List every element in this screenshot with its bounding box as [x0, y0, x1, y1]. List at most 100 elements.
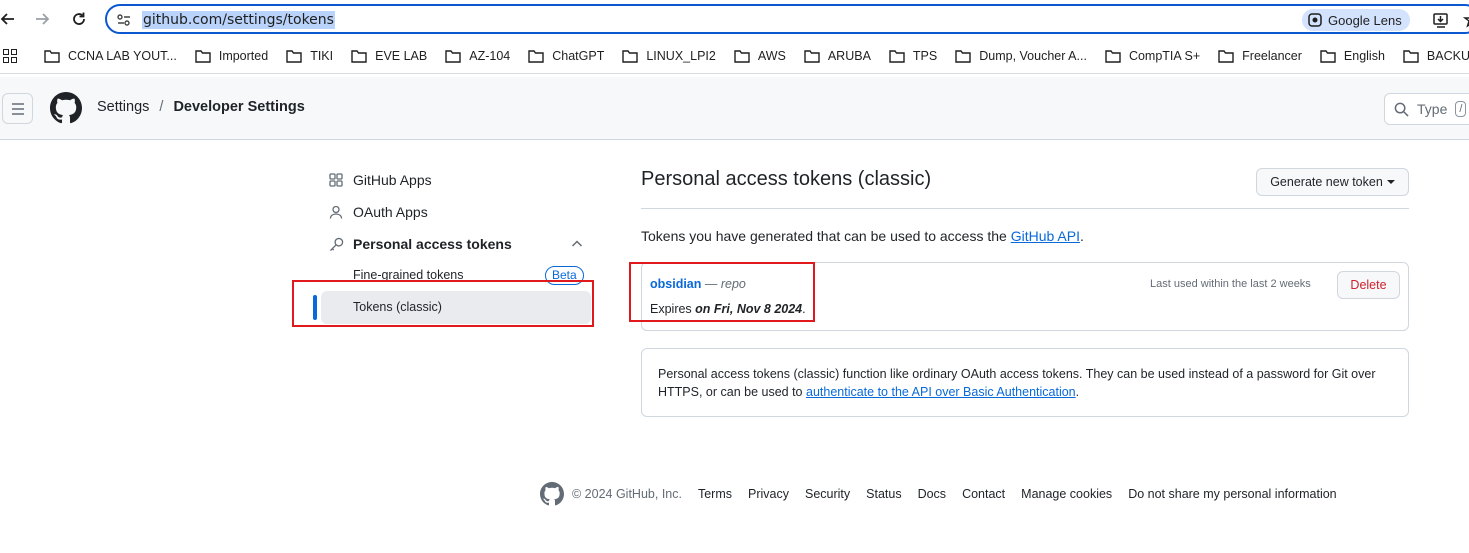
caret-down-icon — [1386, 180, 1395, 184]
intro-text-body: Tokens you have generated that can be us… — [641, 228, 1011, 244]
bookmark-label: ARUBA — [827, 48, 871, 63]
bookmark-item[interactable]: AWS — [734, 49, 786, 63]
bookmark-item[interactable]: TPS — [889, 49, 937, 63]
info-text-end: . — [1075, 385, 1080, 399]
sidebar-item-github-apps[interactable]: GitHub Apps — [328, 166, 432, 194]
bookmark-label: EVE LAB — [375, 48, 428, 63]
sidebar-item-personal-access-tokens[interactable]: Personal access tokens — [328, 230, 512, 258]
bookmark-label: Dump, Voucher A... — [979, 48, 1087, 63]
bookmark-label: Freelancer — [1242, 48, 1302, 63]
folder-icon — [528, 49, 544, 63]
chevron-up-icon[interactable] — [570, 237, 584, 251]
bookmark-item[interactable]: TIKI — [286, 49, 333, 63]
bookmarks-bar: CCNA LAB YOUT... Imported TIKI EVE LAB AZ-10… — [0, 38, 1469, 74]
bookmark-item[interactable]: LINUX_LPI2 — [622, 48, 716, 63]
bookmark-item[interactable]: Freelancer — [1218, 49, 1302, 63]
bookmark-label: English — [1343, 48, 1385, 63]
hamburger-menu-button[interactable] — [2, 93, 33, 124]
bookmark-item[interactable]: Dump, Voucher A... — [955, 49, 1087, 63]
sidebar-item-label: Personal access tokens — [353, 236, 512, 252]
folder-icon — [1218, 49, 1234, 63]
folder-icon — [1403, 49, 1419, 63]
bookmark-label: AZ-104 — [469, 48, 511, 63]
footer-link[interactable]: Terms — [698, 487, 732, 501]
footer-copyright: © 2024 GitHub, Inc. — [572, 487, 682, 501]
bookmark-label: Imported — [218, 48, 269, 63]
url-text[interactable]: github.com/settings/tokens — [142, 11, 335, 29]
search-shortcut-key: / — [1455, 101, 1467, 117]
footer-link[interactable]: Do not share my personal information — [1128, 487, 1336, 501]
breadcrumb-separator: / — [159, 99, 164, 115]
forward-icon[interactable] — [30, 7, 54, 31]
sidebar-item-label: GitHub Apps — [353, 172, 432, 188]
folder-icon — [734, 49, 750, 63]
footer: © 2024 GitHub, Inc. Terms Privacy Security… — [540, 482, 1337, 506]
footer-link[interactable]: Manage cookies — [1021, 487, 1112, 501]
bookmark-label: CompTIA S+ — [1128, 48, 1201, 63]
bookmark-label: AWS — [757, 48, 786, 63]
bookmark-label: LINUX_LPI2 — [646, 48, 716, 63]
bookmark-item[interactable]: CompTIA S+ — [1105, 49, 1200, 63]
reload-icon[interactable] — [67, 7, 91, 31]
footer-links: Terms Privacy Security Status Docs Contact Man… — [682, 487, 1337, 501]
folder-icon — [195, 49, 211, 63]
search-button[interactable]: Type / — [1384, 93, 1469, 125]
lens-icon — [1308, 13, 1322, 27]
annotation-box-token — [629, 262, 815, 322]
breadcrumb-settings[interactable]: Settings — [97, 99, 149, 115]
site-settings-icon[interactable] — [116, 12, 132, 28]
sidebar-item-label: OAuth Apps — [353, 204, 428, 220]
token-last-used: Last used within the last 2 weeks — [1150, 278, 1311, 290]
intro-text-end: . — [1079, 228, 1084, 244]
search-icon — [1394, 102, 1409, 117]
github-mark-icon[interactable] — [540, 482, 564, 506]
footer-link[interactable]: Security — [805, 487, 850, 501]
folder-icon — [445, 49, 461, 63]
folder-icon — [622, 49, 639, 63]
title-divider — [641, 208, 1409, 209]
install-app-icon[interactable] — [1432, 11, 1450, 29]
browser-toolbar: github.com/settings/tokens Google Lens — [0, 0, 1469, 38]
bookmark-label: BACKU — [1426, 48, 1469, 63]
search-placeholder: Type — [1417, 101, 1448, 117]
google-lens-label: Google Lens — [1328, 12, 1402, 28]
bookmark-item[interactable]: AZ-104 — [445, 49, 510, 63]
folder-icon — [955, 49, 971, 63]
footer-link[interactable]: Privacy — [748, 487, 789, 501]
back-icon[interactable] — [0, 7, 20, 31]
bookmark-item[interactable]: CCNA LAB YOUT... — [44, 49, 177, 63]
bookmark-item[interactable]: EVE LAB — [351, 49, 427, 63]
bookmark-list: CCNA LAB YOUT... Imported TIKI EVE LAB AZ-10… — [44, 49, 1469, 63]
bookmark-item[interactable]: BACKU — [1403, 49, 1469, 63]
folder-icon — [889, 49, 905, 63]
breadcrumb-developer-settings[interactable]: Developer Settings — [173, 99, 304, 115]
folder-icon — [286, 49, 302, 63]
footer-link[interactable]: Status — [866, 487, 901, 501]
github-api-link[interactable]: GitHub API — [1011, 228, 1080, 244]
sidebar-item-oauth-apps[interactable]: OAuth Apps — [328, 198, 428, 226]
bookmark-label: TIKI — [310, 48, 334, 63]
folder-icon — [1105, 49, 1121, 63]
address-bar[interactable]: github.com/settings/tokens Google Lens — [105, 4, 1469, 34]
key-icon — [328, 236, 344, 252]
generate-new-token-label: Generate new token — [1270, 175, 1383, 189]
bookmark-item[interactable]: Imported — [195, 49, 268, 63]
delete-token-button[interactable]: Delete — [1337, 271, 1400, 299]
annotation-box-tokens-classic — [292, 280, 594, 327]
folder-icon — [804, 49, 820, 63]
bookmark-item[interactable]: English — [1320, 49, 1385, 63]
footer-link[interactable]: Docs — [918, 487, 946, 501]
footer-link[interactable]: Contact — [962, 487, 1005, 501]
basic-auth-link[interactable]: authenticate to the API over Basic Authe… — [806, 385, 1076, 399]
apps-grid-icon[interactable] — [3, 46, 17, 66]
folder-icon — [44, 49, 60, 63]
bookmark-star-icon[interactable] — [1462, 11, 1469, 29]
bookmark-item[interactable]: ARUBA — [804, 49, 871, 63]
generate-new-token-button[interactable]: Generate new token — [1256, 168, 1409, 196]
bookmark-item[interactable]: ChatGPT — [528, 49, 604, 63]
bookmark-label: TPS — [912, 48, 938, 63]
github-logo-icon[interactable] — [50, 92, 82, 124]
page-title: Personal access tokens (classic) — [641, 168, 932, 190]
google-lens-button[interactable]: Google Lens — [1302, 9, 1410, 31]
folder-icon — [1320, 49, 1336, 63]
